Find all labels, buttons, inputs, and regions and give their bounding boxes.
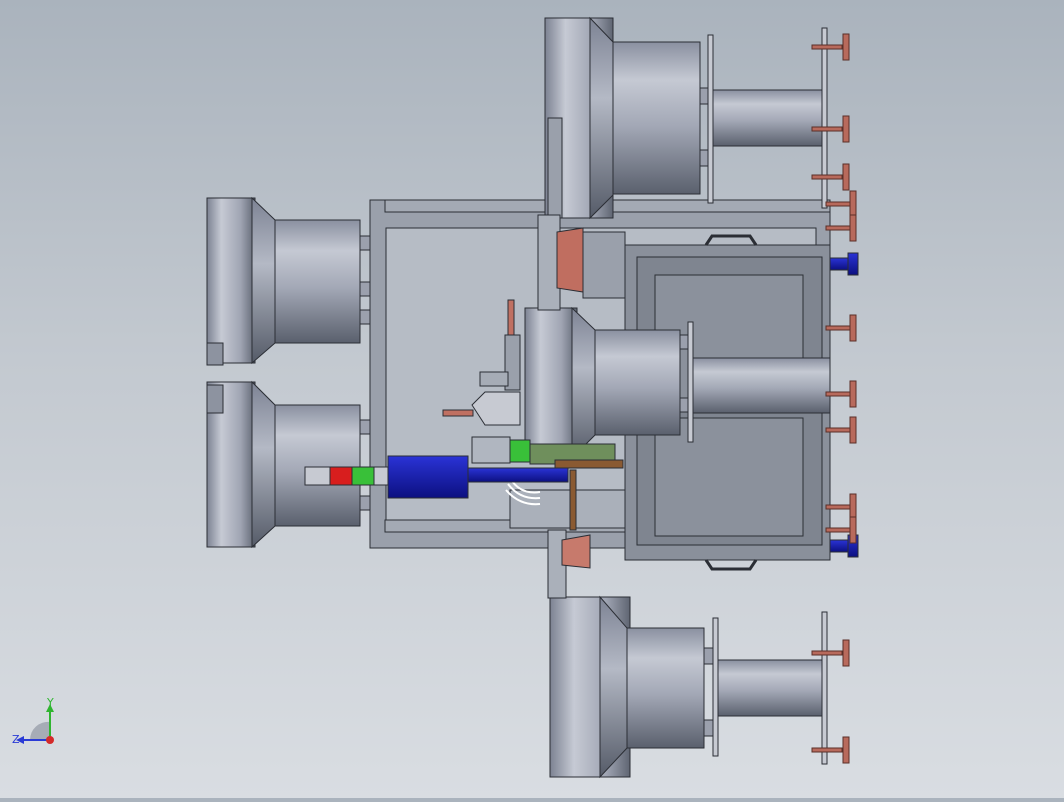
triad-y-label: Y [47, 696, 54, 709]
vibratory-feeder-bottom [549, 595, 828, 779]
vibratory-feeder-left-upper [206, 196, 371, 366]
vibratory-feeder-left-lower [206, 380, 371, 549]
vibratory-feeder-top [544, 16, 828, 220]
triad-axes-icon [16, 704, 54, 744]
triad-z-label: Z [12, 733, 20, 746]
cad-viewport[interactable]: Y Z [0, 0, 1064, 798]
orientation-triad: Y Z [8, 696, 68, 760]
cad-model-drawing [206, 16, 859, 779]
